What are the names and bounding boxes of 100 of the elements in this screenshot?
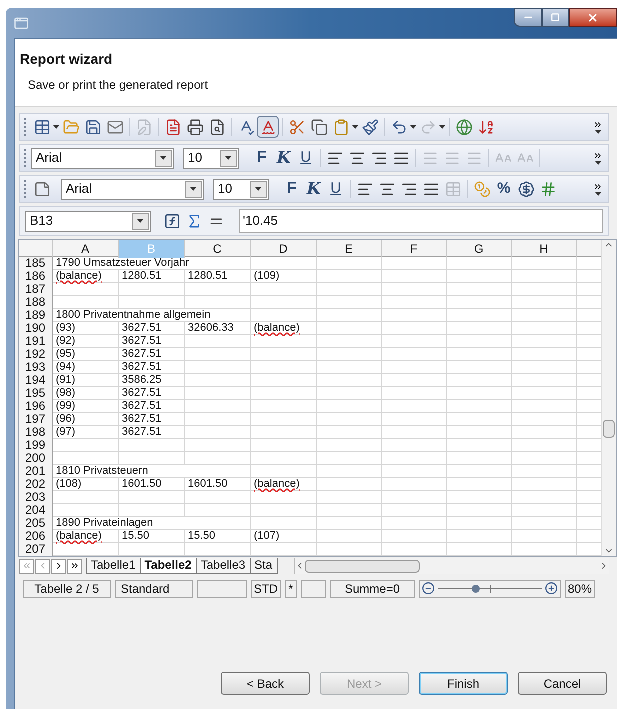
percent-button[interactable]: % (493, 178, 515, 200)
table-cell: (92) (56, 336, 76, 349)
dropdown-caret-icon[interactable] (594, 161, 602, 165)
table-cell: (balance) (56, 531, 102, 544)
table-cell: (93) (56, 323, 76, 336)
row-header[interactable]: 190 (19, 322, 53, 336)
zoom-out-icon[interactable] (422, 582, 435, 595)
table-cell: 3627.51 (122, 414, 162, 427)
font-name-field[interactable]: Arial (61, 178, 204, 200)
status-field: Tabelle 2 / 5 (23, 580, 111, 598)
sheet-tab[interactable]: Tabelle1 (86, 558, 141, 574)
caret-icon[interactable] (225, 156, 232, 160)
status-field: STD (251, 580, 281, 598)
row-header[interactable]: 185 (19, 257, 53, 270)
row-header[interactable]: 202 (19, 478, 53, 492)
row-header[interactable]: 197 (19, 413, 53, 427)
column-header[interactable]: H (512, 240, 577, 258)
vertical-scrollbar[interactable] (601, 240, 616, 556)
table-cell: (97) (56, 427, 76, 440)
name-box[interactable]: B13 (25, 210, 151, 232)
column-header[interactable]: D (251, 240, 317, 258)
row-header[interactable]: 201 (19, 465, 53, 478)
underline-button[interactable]: U (325, 178, 347, 200)
dropdown-caret-icon[interactable] (594, 130, 602, 134)
row-header[interactable]: 205 (19, 517, 53, 530)
app-icon (14, 16, 29, 30)
row-header[interactable]: 200 (19, 452, 53, 465)
font-size-field[interactable]: 10 (183, 148, 239, 168)
zoom-slider[interactable] (438, 584, 542, 594)
table-cell: (109) (254, 271, 280, 284)
row-header[interactable]: 194 (19, 374, 53, 388)
toolbar-grip[interactable] (24, 118, 27, 136)
row-header[interactable]: 189 (19, 309, 53, 322)
close-button[interactable] (569, 8, 617, 27)
row-header[interactable]: 199 (19, 439, 53, 452)
caret-icon[interactable] (410, 125, 417, 129)
maximize-icon (551, 13, 560, 22)
auto-spellcheck-icon[interactable] (257, 116, 279, 138)
caret-icon[interactable] (190, 187, 197, 191)
sheet-tab[interactable]: Sta (250, 558, 278, 574)
minimize-button[interactable] (514, 8, 542, 27)
scroll-thumb[interactable] (305, 560, 420, 572)
italic-button[interactable]: K (273, 146, 295, 170)
wizard-button[interactable]: Finish (419, 672, 508, 695)
italic-button[interactable]: K (303, 177, 325, 201)
sheet-tab[interactable]: Tabelle2 (140, 558, 197, 574)
wizard-button[interactable]: < Back (221, 672, 310, 695)
row-header[interactable]: 198 (19, 426, 53, 440)
caret-icon[interactable] (255, 187, 262, 191)
sheet-tab[interactable]: Tabelle3 (196, 558, 251, 574)
column-header[interactable]: E (317, 240, 382, 258)
row-header[interactable]: 191 (19, 335, 53, 349)
maximize-button[interactable] (542, 8, 569, 27)
toolbar-grip[interactable] (24, 180, 27, 198)
overflow-icon[interactable] (593, 120, 603, 130)
overflow-icon[interactable] (593, 151, 603, 161)
column-header[interactable]: G (447, 240, 512, 258)
caret-icon[interactable] (137, 219, 144, 223)
row-header[interactable]: 207 (19, 543, 53, 556)
table-cell: 1601.50 (188, 479, 228, 492)
table-cell: (95) (56, 349, 76, 362)
table-cell: 3627.51 (122, 401, 162, 414)
overflow-icon[interactable] (593, 182, 603, 192)
row-header[interactable]: 195 (19, 387, 53, 401)
bold-button[interactable]: F (281, 177, 303, 201)
sheet-nav-button[interactable] (51, 558, 66, 574)
caret-icon[interactable] (160, 156, 167, 160)
row-header[interactable]: 203 (19, 491, 53, 504)
table-cell: (94) (56, 362, 76, 375)
row-header[interactable]: 192 (19, 348, 53, 362)
caret-icon[interactable] (352, 125, 359, 129)
sheet-nav-button[interactable] (67, 558, 82, 574)
bold-button[interactable]: F (251, 146, 273, 170)
column-header[interactable]: C (185, 240, 251, 258)
row-header[interactable]: 196 (19, 400, 53, 414)
font-size-field[interactable]: 10 (213, 178, 269, 200)
formula-input[interactable]: '10.45 (239, 209, 603, 233)
table-cell: 32606.33 (188, 323, 234, 336)
table-cell: 3627.51 (122, 388, 162, 401)
dropdown-caret-icon[interactable] (594, 192, 602, 196)
table-cell: 1790 Umsatzsteuer Vorjahr (56, 257, 190, 269)
row-header[interactable]: 193 (19, 361, 53, 375)
table-cell: 3627.51 (122, 362, 162, 375)
toolbar-grip[interactable] (24, 149, 27, 167)
row-header[interactable]: 187 (19, 283, 53, 296)
underline-button[interactable]: U (295, 146, 317, 170)
scroll-thumb[interactable] (603, 420, 615, 438)
wizard-button[interactable]: Cancel (518, 672, 607, 695)
row-header[interactable]: 188 (19, 296, 53, 309)
close-icon (587, 12, 599, 24)
row-header[interactable]: 206 (19, 530, 53, 544)
row-header[interactable]: 186 (19, 270, 53, 284)
zoom-thumb[interactable] (472, 584, 480, 592)
zoom-in-icon[interactable] (545, 582, 558, 595)
column-header[interactable]: F (382, 240, 447, 258)
row-header[interactable]: 204 (19, 504, 53, 517)
caret-icon[interactable] (53, 125, 60, 129)
caret-icon[interactable] (439, 125, 446, 129)
table-cell: (balance) (56, 271, 102, 284)
font-name-field[interactable]: Arial (31, 148, 174, 168)
